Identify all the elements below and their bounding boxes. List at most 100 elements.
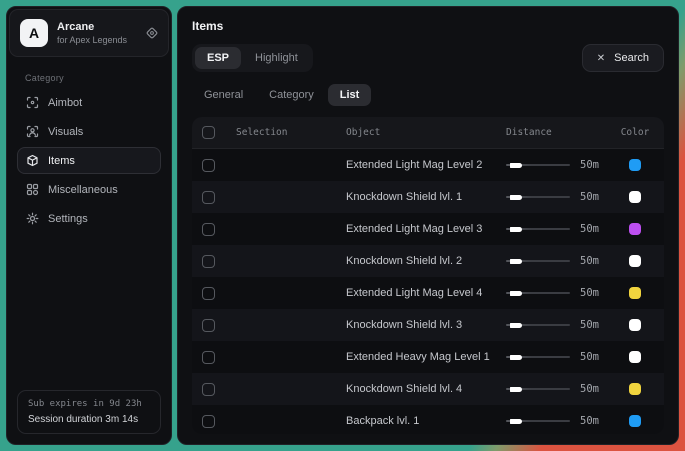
- sub-expires-text: Sub expires in 9d 23h: [28, 399, 150, 409]
- category-section-label: Category: [25, 73, 171, 83]
- sidebar-nav: Aimbot Visuals Items Miscellaneous: [7, 89, 171, 232]
- crosshair-icon: [26, 96, 39, 109]
- sidebar-item-label: Miscellaneous: [48, 184, 118, 196]
- slider-thumb[interactable]: [510, 419, 522, 424]
- color-swatch[interactable]: [629, 255, 641, 267]
- table-row: Knockdown Shield lvl. 1 50m: [192, 181, 664, 213]
- distance-value: 50m: [580, 319, 608, 331]
- object-name: Extended Heavy Mag Level 1: [346, 351, 506, 363]
- table-row: Extended Light Mag Level 3 50m: [192, 213, 664, 245]
- table-row: Extended Heavy Mag Level 1 50m: [192, 341, 664, 373]
- search-button-label: Search: [614, 52, 649, 64]
- column-header-object: Object: [346, 127, 506, 138]
- column-header-selection: Selection: [236, 127, 346, 138]
- slider-thumb[interactable]: [510, 291, 522, 296]
- distance-slider[interactable]: [506, 416, 570, 426]
- color-swatch[interactable]: [629, 319, 641, 331]
- items-table: Selection Object Distance Color Extended…: [192, 117, 664, 434]
- search-button[interactable]: ✕ Search: [582, 44, 664, 72]
- sidebar-item-miscellaneous[interactable]: Miscellaneous: [17, 176, 161, 203]
- distance-value: 50m: [580, 255, 608, 267]
- tab-general[interactable]: General: [192, 84, 255, 106]
- object-name: Extended Light Mag Level 2: [346, 159, 506, 171]
- brand-subtitle: for Apex Legends: [57, 35, 137, 45]
- row-checkbox[interactable]: [202, 191, 215, 204]
- row-checkbox[interactable]: [202, 415, 215, 428]
- slider-thumb[interactable]: [510, 387, 522, 392]
- object-name: Knockdown Shield lvl. 2: [346, 255, 506, 267]
- sidebar-item-label: Settings: [48, 213, 88, 225]
- tab-esp[interactable]: ESP: [195, 47, 241, 69]
- page-title: Items: [192, 19, 664, 33]
- mode-tab-group: ESP Highlight: [192, 44, 313, 72]
- color-swatch[interactable]: [629, 351, 641, 363]
- row-checkbox[interactable]: [202, 159, 215, 172]
- distance-value: 50m: [580, 159, 608, 171]
- distance-slider[interactable]: [506, 224, 570, 234]
- row-checkbox[interactable]: [202, 255, 215, 268]
- brand-header: A Arcane for Apex Legends: [9, 9, 169, 57]
- distance-slider[interactable]: [506, 320, 570, 330]
- color-swatch[interactable]: [629, 415, 641, 427]
- distance-value: 50m: [580, 351, 608, 363]
- table-row: Extended Light Mag Level 2 50m: [192, 149, 664, 181]
- tab-list[interactable]: List: [328, 84, 372, 106]
- distance-slider[interactable]: [506, 384, 570, 394]
- distance-value: 50m: [580, 383, 608, 395]
- slider-thumb[interactable]: [510, 355, 522, 360]
- sidebar-item-label: Items: [48, 155, 75, 167]
- grid-icon: [26, 183, 39, 196]
- color-swatch[interactable]: [629, 159, 641, 171]
- sidebar-item-label: Visuals: [48, 126, 83, 138]
- sidebar-item-items[interactable]: Items: [17, 147, 161, 174]
- distance-slider[interactable]: [506, 160, 570, 170]
- tab-category[interactable]: Category: [257, 84, 326, 106]
- distance-slider[interactable]: [506, 256, 570, 266]
- sidebar-item-aimbot[interactable]: Aimbot: [17, 89, 161, 116]
- column-header-distance: Distance: [506, 127, 614, 138]
- row-checkbox[interactable]: [202, 319, 215, 332]
- close-icon: ✕: [597, 53, 605, 64]
- gear-icon: [26, 212, 39, 225]
- session-info-box: Sub expires in 9d 23h Session duration 3…: [17, 390, 161, 434]
- row-checkbox[interactable]: [202, 287, 215, 300]
- distance-value: 50m: [580, 191, 608, 203]
- row-checkbox[interactable]: [202, 223, 215, 236]
- distance-slider[interactable]: [506, 288, 570, 298]
- table-row: Knockdown Shield lvl. 3 50m: [192, 309, 664, 341]
- object-name: Extended Light Mag Level 3: [346, 223, 506, 235]
- table-row: Knockdown Shield lvl. 4 50m: [192, 373, 664, 405]
- table-header-row: Selection Object Distance Color: [192, 117, 664, 149]
- select-all-checkbox[interactable]: [202, 126, 215, 139]
- distance-slider[interactable]: [506, 352, 570, 362]
- table-body: Extended Light Mag Level 2 50m Knockdown…: [192, 149, 664, 434]
- table-row: Knockdown Shield lvl. 2 50m: [192, 245, 664, 277]
- sidebar-item-label: Aimbot: [48, 97, 82, 109]
- table-row: Extended Light Mag Level 4 50m: [192, 277, 664, 309]
- sidebar-item-visuals[interactable]: Visuals: [17, 118, 161, 145]
- distance-value: 50m: [580, 223, 608, 235]
- main-panel: Items ESP Highlight ✕ Search General Cat…: [177, 6, 679, 445]
- slider-thumb[interactable]: [510, 163, 522, 168]
- row-checkbox[interactable]: [202, 383, 215, 396]
- color-swatch[interactable]: [629, 223, 641, 235]
- sidebar: A Arcane for Apex Legends Category Aimbo…: [6, 6, 172, 445]
- slider-thumb[interactable]: [510, 323, 522, 328]
- slider-thumb[interactable]: [510, 259, 522, 264]
- color-swatch[interactable]: [629, 191, 641, 203]
- object-name: Backpack lvl. 1: [346, 415, 506, 427]
- distance-value: 50m: [580, 287, 608, 299]
- row-checkbox[interactable]: [202, 351, 215, 364]
- distance-slider[interactable]: [506, 192, 570, 202]
- tab-highlight[interactable]: Highlight: [243, 47, 310, 69]
- slider-thumb[interactable]: [510, 195, 522, 200]
- pin-icon[interactable]: [146, 27, 158, 39]
- session-duration-text: Session duration 3m 14s: [28, 414, 150, 425]
- view-tab-group: General Category List: [192, 84, 664, 106]
- slider-thumb[interactable]: [510, 227, 522, 232]
- sidebar-item-settings[interactable]: Settings: [17, 205, 161, 232]
- color-swatch[interactable]: [629, 287, 641, 299]
- brand-name: Arcane: [57, 21, 137, 33]
- color-swatch[interactable]: [629, 383, 641, 395]
- object-name: Knockdown Shield lvl. 1: [346, 191, 506, 203]
